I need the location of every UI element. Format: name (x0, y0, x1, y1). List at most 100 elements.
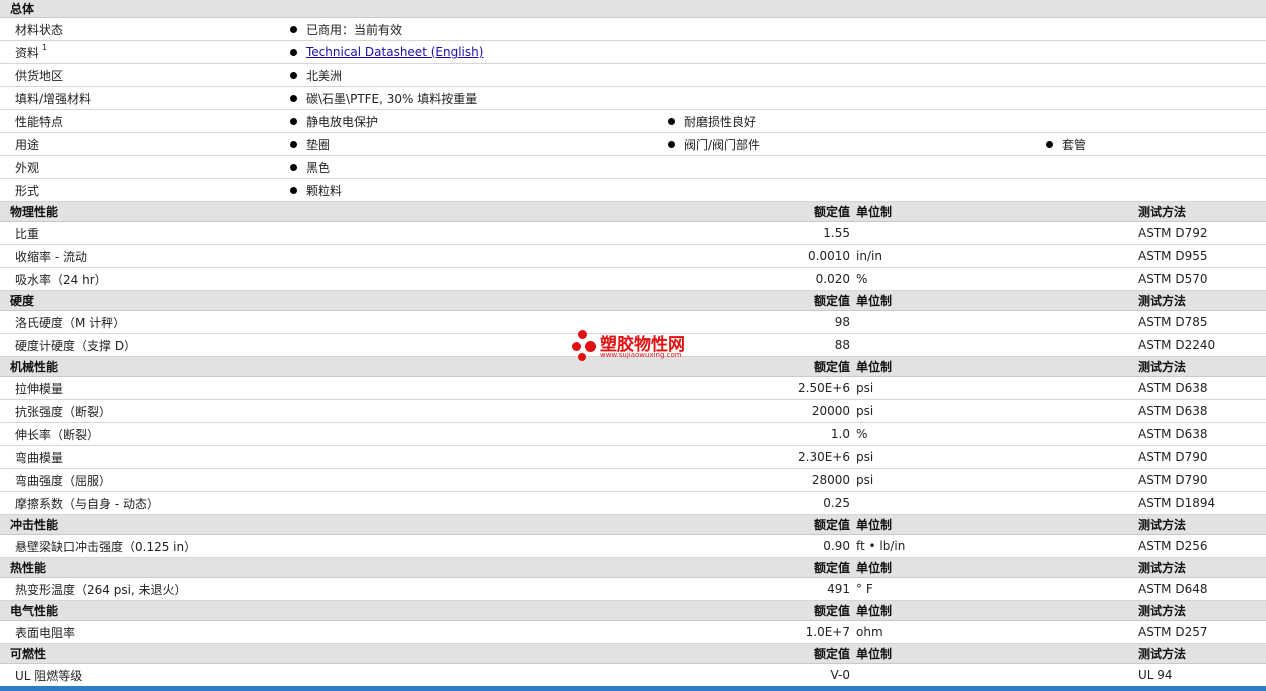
general-row: 外观 黑色 (0, 156, 1266, 179)
property-label: 热变形温度（264 psi, 未退火） (15, 582, 187, 597)
property-label: 形式 (15, 179, 39, 201)
property-label: 资料 1 (15, 41, 47, 63)
rated-value: 0.90 (823, 539, 850, 553)
bullet-icon (290, 163, 297, 171)
bullet-icon (290, 25, 297, 33)
bullet-icon (290, 71, 297, 79)
property-label: 材料状态 (15, 18, 63, 40)
general-row: 材料状态 已商用：当前有效 (0, 18, 1266, 41)
property-value: 阀门/阀门部件 (668, 133, 760, 155)
section-header: 机械性能 额定值 单位制 测试方法 (0, 357, 1266, 377)
property-row: 硬度计硬度（支撑 D） 88 ASTM D2240 (0, 334, 1266, 357)
rated-value: 0.25 (823, 496, 850, 510)
property-value-text: 已商用：当前有效 (306, 22, 403, 37)
column-header-unit: 单位制 (856, 647, 893, 661)
column-header-test: 测试方法 (1138, 561, 1187, 575)
property-value: 静电放电保护 (290, 110, 378, 132)
bullet-icon (290, 94, 297, 102)
property-value-text: 颗粒料 (306, 183, 343, 198)
test-method: ASTM D648 (1138, 582, 1208, 596)
test-method: ASTM D257 (1138, 625, 1208, 639)
property-value: 耐磨损性良好 (668, 110, 756, 132)
rated-value: 0.0010 (808, 249, 850, 263)
property-label-text: 材料状态 (15, 22, 64, 37)
property-row: 吸水率（24 hr） 0.020% ASTM D570 (0, 268, 1266, 291)
property-value-text: 碳\石墨\PTFE, 30% 填料按重量 (306, 91, 478, 106)
property-label: 吸水率（24 hr） (15, 272, 107, 287)
section-header: 电气性能 额定值 单位制 测试方法 (0, 601, 1266, 621)
property-value-text: 阀门/阀门部件 (684, 137, 761, 152)
section-title: 硬度 (10, 294, 35, 308)
property-label: 用途 (15, 133, 39, 155)
test-method: ASTM D1894 (1138, 496, 1216, 510)
rated-value: V-0 (830, 668, 850, 682)
bullet-icon (290, 140, 297, 148)
property-label-text: 资料 (15, 45, 40, 60)
property-row: 弯曲模量 2.30E+6 psi ASTM D790 (0, 446, 1266, 469)
column-header-unit: 单位制 (856, 518, 893, 532)
property-label: 比重 (15, 226, 40, 241)
bullet-icon (290, 48, 297, 56)
footnote-marker: 1 (42, 42, 48, 52)
property-label: 表面电阻率 (15, 625, 76, 640)
test-method: ASTM D790 (1138, 473, 1208, 487)
property-value: 碳\石墨\PTFE, 30% 填料按重量 (290, 87, 477, 109)
property-label: 伸长率（断裂） (15, 427, 100, 442)
bullet-icon (290, 186, 297, 194)
column-header-rated: 额定值 (813, 561, 850, 575)
datasheet-link[interactable]: Technical Datasheet (English) (306, 45, 483, 59)
section-title: 物理性能 (10, 205, 59, 219)
column-header-unit: 单位制 (856, 561, 893, 575)
test-method: ASTM D785 (1138, 315, 1208, 329)
rated-value: 2.30E+6 (798, 450, 850, 464)
column-header-unit: 单位制 (856, 294, 893, 308)
general-row: 用途 垫圈 阀门/阀门部件 套管 (0, 133, 1266, 156)
section-header: 可燃性 额定值 单位制 测试方法 (0, 644, 1266, 664)
test-method: ASTM D570 (1138, 272, 1208, 286)
datasheet-table: 总体 材料状态 已商用：当前有效 资料 1 Technical Datasheet (En… (0, 0, 1266, 687)
column-header-test: 测试方法 (1138, 647, 1187, 661)
rated-value: 1.55 (823, 226, 850, 240)
property-value: 套管 (1046, 133, 1086, 155)
property-value-text: 黑色 (306, 160, 331, 175)
property-row: 摩擦系数（与自身 - 动态） 0.25 ASTM D1894 (0, 492, 1266, 515)
general-row: 供货地区 北美洲 (0, 64, 1266, 87)
unit-value: psi (856, 404, 874, 418)
column-header-unit: 单位制 (856, 604, 893, 618)
property-label-text: 填料/增强材料 (15, 91, 92, 106)
rated-value: 491 (827, 582, 850, 596)
property-label-text: 形式 (15, 183, 40, 198)
test-method: UL 94 (1138, 668, 1173, 682)
column-header-unit: 单位制 (856, 205, 893, 219)
column-header-test: 测试方法 (1138, 294, 1187, 308)
property-label: UL 阻燃等级 (15, 668, 83, 683)
property-label-text: 用途 (15, 137, 40, 152)
column-header-test: 测试方法 (1138, 604, 1187, 618)
property-row: 悬壁梁缺口冲击强度（0.125 in） 0.90 ft • lb/in ASTM D2… (0, 535, 1266, 558)
property-value: 黑色 (290, 156, 330, 178)
unit-value: ft • lb/in (856, 539, 906, 553)
rated-value: 0.020 (815, 272, 850, 286)
rated-value: 88 (834, 338, 850, 352)
section-header: 冲击性能 额定值 单位制 测试方法 (0, 515, 1266, 535)
column-header-unit: 单位制 (856, 360, 893, 374)
property-value: 颗粒料 (290, 179, 342, 201)
property-label: 悬壁梁缺口冲击强度（0.125 in） (15, 539, 197, 554)
property-value-text: 耐磨损性良好 (684, 114, 757, 129)
property-row: 伸长率（断裂） 1.0% ASTM D638 (0, 423, 1266, 446)
property-label-text: 外观 (15, 160, 40, 175)
property-row: UL 阻燃等级 V-0 UL 94 (0, 664, 1266, 687)
unit-value: ohm (856, 625, 883, 639)
section-title: 热性能 (10, 561, 47, 575)
test-method: ASTM D256 (1138, 539, 1208, 553)
column-header-test: 测试方法 (1138, 205, 1187, 219)
column-header-rated: 额定值 (813, 205, 850, 219)
property-label-text: 性能特点 (15, 114, 64, 129)
property-row: 洛氏硬度（M 计秤） 98 ASTM D785 (0, 311, 1266, 334)
test-method: ASTM D790 (1138, 450, 1208, 464)
bullet-icon (290, 117, 297, 125)
rated-value: 20000 (811, 404, 850, 418)
property-value: 垫圈 (290, 133, 330, 155)
general-row: 资料 1 Technical Datasheet (English) (0, 41, 1266, 64)
property-row: 抗张强度（断裂） 20000 psi ASTM D638 (0, 400, 1266, 423)
